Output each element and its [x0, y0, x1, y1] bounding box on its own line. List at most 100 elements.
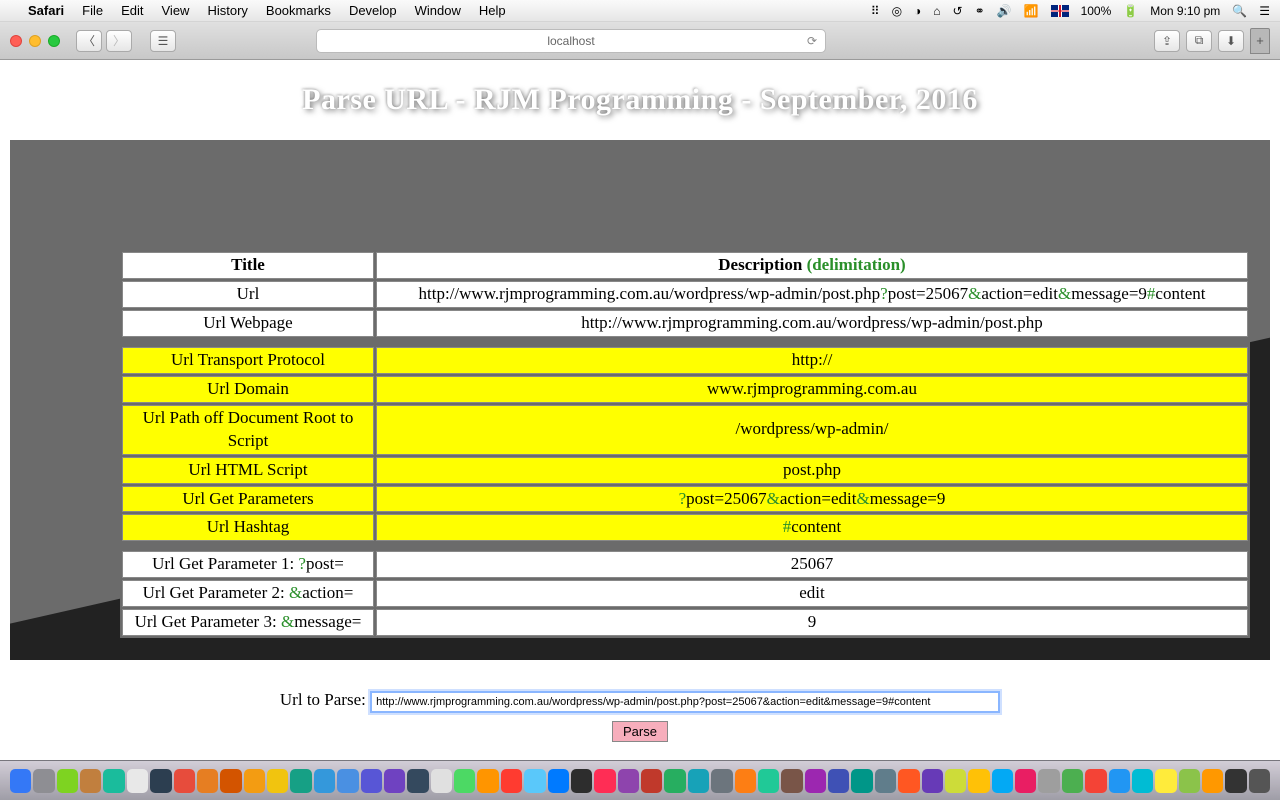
dock-app-icon[interactable] — [80, 769, 101, 793]
sidebar-button[interactable]: ☰ — [150, 30, 176, 52]
dock-app-icon[interactable] — [711, 769, 732, 793]
dock-app-icon[interactable] — [1015, 769, 1036, 793]
tabs-button[interactable]: ⧉ — [1186, 30, 1212, 52]
status-icon[interactable]: ◑ — [914, 4, 921, 18]
dock-app-icon[interactable] — [220, 769, 241, 793]
row-protocol: Url Transport Protocolhttp:// — [122, 347, 1248, 374]
airplay-icon[interactable]: ⌂ — [933, 4, 940, 18]
spotlight-icon[interactable]: 🔍 — [1232, 4, 1247, 18]
dock-app-icon[interactable] — [244, 769, 265, 793]
row-param-3: Url Get Parameter 3: &message= 9 — [122, 609, 1248, 636]
dock-app-icon[interactable] — [337, 769, 358, 793]
status-icon[interactable]: ⠿ — [871, 4, 880, 18]
app-name[interactable]: Safari — [28, 3, 64, 18]
stage: Title Description (delimitation) Url htt… — [10, 140, 1270, 660]
row-path: Url Path off Document Root to Script/wor… — [122, 405, 1248, 455]
address-bar[interactable]: localhost ⟳ — [316, 29, 826, 53]
menu-help[interactable]: Help — [479, 3, 506, 18]
parse-button[interactable] — [612, 721, 668, 742]
dock-app-icon[interactable] — [1179, 769, 1200, 793]
reload-icon[interactable]: ⟳ — [807, 34, 817, 48]
dock-app-icon[interactable] — [828, 769, 849, 793]
dock-app-icon[interactable] — [384, 769, 405, 793]
window-close-button[interactable] — [10, 35, 22, 47]
dock-app-icon[interactable] — [641, 769, 662, 793]
clock[interactable]: Mon 9:10 pm — [1150, 4, 1220, 18]
dock-app-icon[interactable] — [454, 769, 475, 793]
dock-app-icon[interactable] — [431, 769, 452, 793]
menu-window[interactable]: Window — [415, 3, 461, 18]
menu-view[interactable]: View — [162, 3, 190, 18]
dock-app-icon[interactable] — [10, 769, 31, 793]
volume-icon[interactable]: 🔊 — [997, 4, 1012, 18]
dock-app-icon[interactable] — [922, 769, 943, 793]
dock-app-icon[interactable] — [1109, 769, 1130, 793]
dock-app-icon[interactable] — [197, 769, 218, 793]
dock-app-icon[interactable] — [1038, 769, 1059, 793]
dock-app-icon[interactable] — [1249, 769, 1270, 793]
dock-app-icon[interactable] — [1202, 769, 1223, 793]
back-button[interactable]: 〈 — [76, 30, 102, 52]
notification-icon[interactable]: ☰ — [1259, 4, 1270, 18]
flag-icon[interactable] — [1051, 5, 1069, 17]
row-domain: Url Domainwww.rjmprogramming.com.au — [122, 376, 1248, 403]
dock-app-icon[interactable] — [851, 769, 872, 793]
menu-file[interactable]: File — [82, 3, 103, 18]
dock-app-icon[interactable] — [1155, 769, 1176, 793]
dock-app-icon[interactable] — [127, 769, 148, 793]
menu-edit[interactable]: Edit — [121, 3, 143, 18]
menu-history[interactable]: History — [207, 3, 247, 18]
dock-app-icon[interactable] — [174, 769, 195, 793]
dock-app-icon[interactable] — [898, 769, 919, 793]
dock-app-icon[interactable] — [1132, 769, 1153, 793]
menu-develop[interactable]: Develop — [349, 3, 397, 18]
new-tab-button[interactable]: + — [1250, 28, 1270, 54]
dock-app-icon[interactable] — [1062, 769, 1083, 793]
dock-app-icon[interactable] — [150, 769, 171, 793]
downloads-button[interactable]: ⬇ — [1218, 30, 1244, 52]
dock-app-icon[interactable] — [594, 769, 615, 793]
dock-app-icon[interactable] — [57, 769, 78, 793]
dock-app-icon[interactable] — [501, 769, 522, 793]
dock-app-icon[interactable] — [361, 769, 382, 793]
dock-app-icon[interactable] — [945, 769, 966, 793]
dock-app-icon[interactable] — [407, 769, 428, 793]
dock-app-icon[interactable] — [267, 769, 288, 793]
dock-app-icon[interactable] — [571, 769, 592, 793]
row-url: Url http://www.rjmprogramming.com.au/wor… — [122, 281, 1248, 308]
window-minimize-button[interactable] — [29, 35, 41, 47]
share-button[interactable]: ⇪ — [1154, 30, 1180, 52]
row-webpage: Url Webpage http://www.rjmprogramming.co… — [122, 310, 1248, 337]
dock-app-icon[interactable] — [618, 769, 639, 793]
dock-app-icon[interactable] — [758, 769, 779, 793]
dock-app-icon[interactable] — [103, 769, 124, 793]
dock-app-icon[interactable] — [1085, 769, 1106, 793]
timemachine-icon[interactable]: ↺ — [953, 4, 963, 18]
dock-app-icon[interactable] — [290, 769, 311, 793]
dock-app-icon[interactable] — [314, 769, 335, 793]
dock-app-icon[interactable] — [33, 769, 54, 793]
dock-app-icon[interactable] — [548, 769, 569, 793]
dock-app-icon[interactable] — [781, 769, 802, 793]
url-input[interactable] — [370, 691, 1000, 713]
forward-button[interactable]: 〉 — [106, 30, 132, 52]
dock-app-icon[interactable] — [664, 769, 685, 793]
dock-app-icon[interactable] — [688, 769, 709, 793]
dock — [0, 760, 1280, 800]
browser-toolbar: 〈 〉 ☰ localhost ⟳ ⇪ ⧉ ⬇ + — [0, 22, 1280, 60]
form-label: Url to Parse: — [280, 690, 370, 709]
window-zoom-button[interactable] — [48, 35, 60, 47]
wifi-icon[interactable]: 📶 — [1024, 4, 1039, 18]
dock-app-icon[interactable] — [875, 769, 896, 793]
dock-app-icon[interactable] — [992, 769, 1013, 793]
dock-app-icon[interactable] — [477, 769, 498, 793]
bluetooth-icon[interactable]: ⚭ — [975, 4, 985, 18]
status-icon[interactable]: ◎ — [892, 4, 902, 18]
dock-app-icon[interactable] — [524, 769, 545, 793]
dock-app-icon[interactable] — [735, 769, 756, 793]
dock-app-icon[interactable] — [1225, 769, 1246, 793]
dock-app-icon[interactable] — [805, 769, 826, 793]
mac-menubar: Safari File Edit View History Bookmarks … — [0, 0, 1280, 22]
menu-bookmarks[interactable]: Bookmarks — [266, 3, 331, 18]
dock-app-icon[interactable] — [968, 769, 989, 793]
